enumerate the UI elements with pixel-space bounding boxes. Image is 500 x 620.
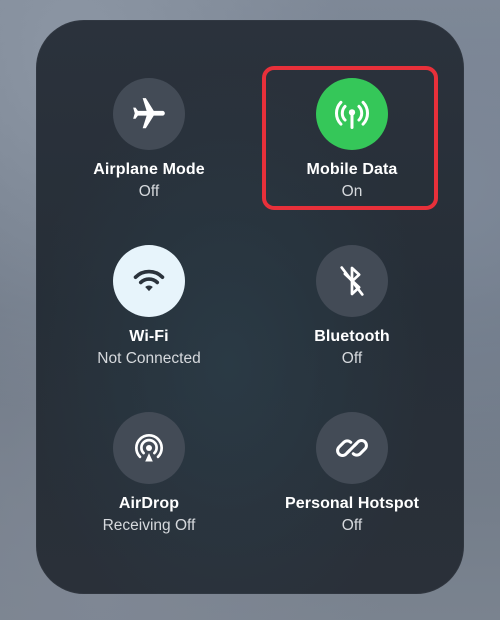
personal-hotspot-label: Personal Hotspot [284,495,420,512]
hotspot-link-icon [336,439,368,457]
airdrop-label: AirDrop [118,495,180,512]
highlight-box [262,66,438,210]
airdrop-button[interactable] [113,412,185,484]
airdrop-toggle[interactable]: AirDrop Receiving Off [49,412,249,562]
bluetooth-label: Bluetooth [314,328,390,345]
wifi-button[interactable] [113,245,185,317]
bluetooth-button[interactable] [316,245,388,317]
airplane-mode-toggle[interactable]: Airplane Mode Off [49,78,249,228]
wifi-icon [133,269,165,292]
airdrop-status: Receiving Off [102,517,196,534]
bluetooth-off-icon [340,266,364,296]
bluetooth-status: Off [341,350,363,367]
personal-hotspot-button[interactable] [316,412,388,484]
airplane-mode-label: Airplane Mode [93,161,205,178]
airplane-mode-button[interactable] [113,78,185,150]
personal-hotspot-toggle[interactable]: Personal Hotspot Off [252,412,452,562]
wifi-status: Not Connected [97,350,201,367]
wifi-toggle[interactable]: Wi-Fi Not Connected [49,245,249,395]
personal-hotspot-status: Off [341,517,363,534]
airdrop-icon [135,434,163,462]
wifi-label: Wi-Fi [129,328,169,345]
airplane-icon [133,98,165,129]
airplane-mode-status: Off [138,183,160,200]
bluetooth-toggle[interactable]: Bluetooth Off [252,245,452,395]
